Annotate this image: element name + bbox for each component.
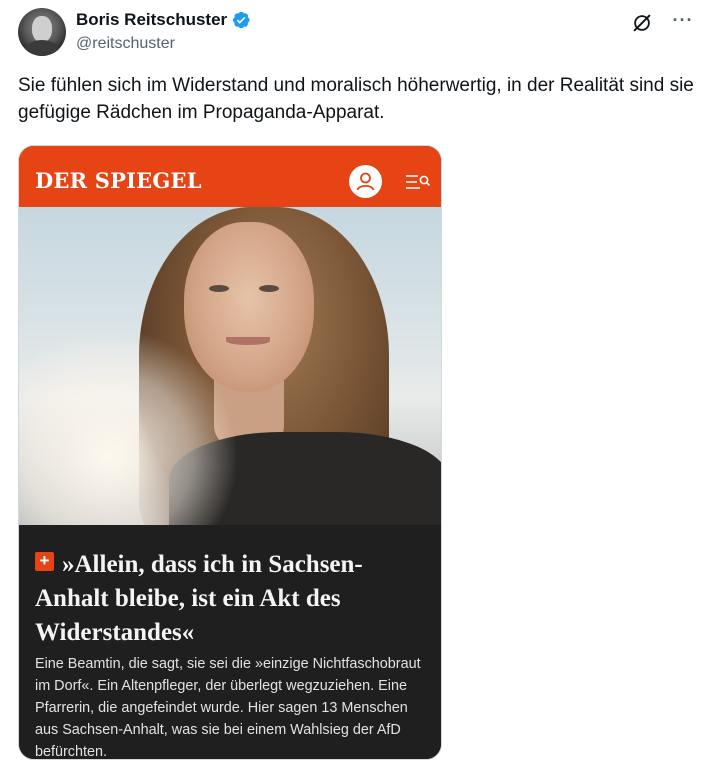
photo-eye-left <box>209 285 229 292</box>
verified-badge-icon <box>233 11 250 29</box>
author-handle[interactable]: @reitschuster <box>76 35 175 53</box>
photo-face <box>184 222 314 392</box>
menu-search-icon <box>406 175 431 189</box>
tweet-text: Sie fühlen sich im Widerstand und morali… <box>18 75 694 123</box>
photo-eye-right <box>259 285 279 292</box>
author-name-row: Boris Reitschuster <box>76 10 251 30</box>
tweet-header: Boris Reitschuster @reitschuster ··· <box>18 8 701 58</box>
account-icon <box>349 165 382 198</box>
grok-icon[interactable] <box>631 12 653 34</box>
spiegel-logo: DER SPIEGEL <box>35 168 202 193</box>
avatar-body <box>24 40 60 56</box>
article-text-panel: + »Allein, dass ich in Sachsen-Anhalt bl… <box>19 525 441 759</box>
photo-mouth <box>226 337 270 345</box>
article-photo <box>19 207 441 525</box>
author-display-name[interactable]: Boris Reitschuster <box>76 10 227 30</box>
avatar[interactable] <box>18 8 66 56</box>
tweet-media-image[interactable]: DER SPIEGEL + »Allein, dass ich in Sachs… <box>18 145 442 760</box>
article-headline: »Allein, dass ich in Sachsen-Anhalt blei… <box>35 551 363 646</box>
spiegel-header-bar: DER SPIEGEL <box>19 146 441 207</box>
avatar-face <box>32 16 52 42</box>
more-icon[interactable]: ··· <box>671 10 695 34</box>
article-teaser: Eine Beamtin, die sagt, sie sei die »ein… <box>35 656 421 760</box>
